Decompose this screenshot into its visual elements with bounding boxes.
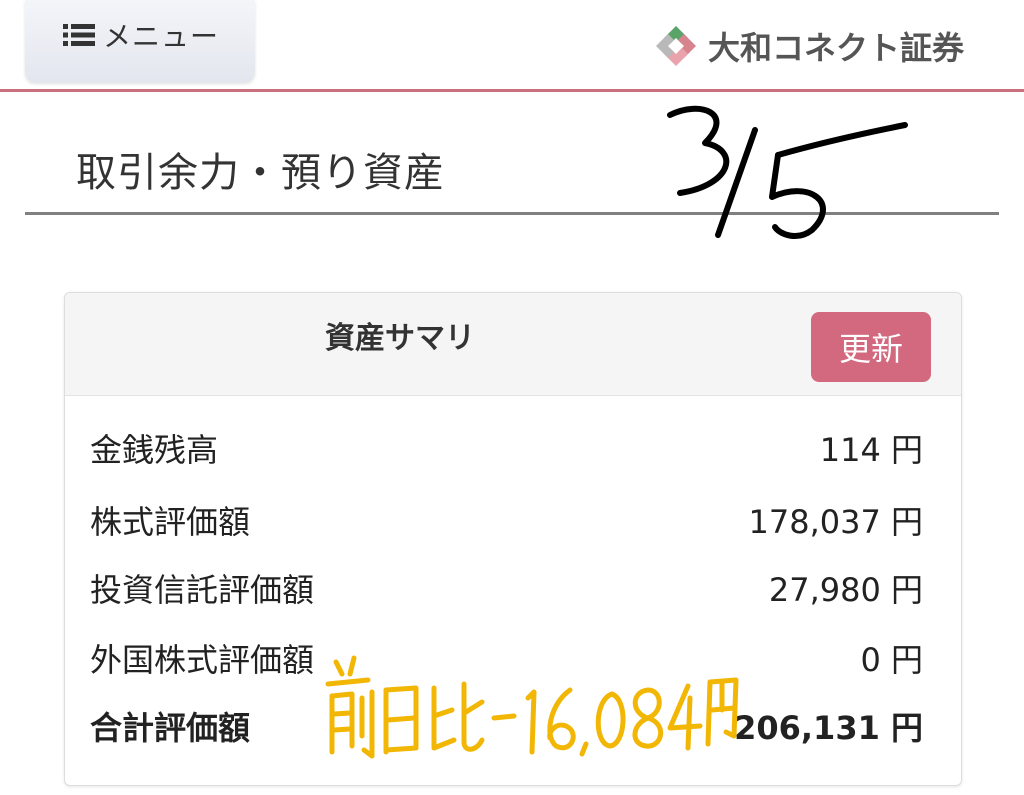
row-value: 206,131 円: [734, 709, 923, 747]
header-divider: [0, 89, 1024, 92]
card-title: 資産サマリ: [325, 321, 475, 356]
row-label: 合計評価額: [90, 709, 251, 747]
row-label: 株式評価額: [90, 503, 251, 541]
list-icon: [61, 21, 97, 49]
brand-name: 大和コネクト証券: [707, 29, 964, 67]
menu-label: メニュー: [102, 20, 219, 53]
app-header: メニュー 大和コネクト証券: [0, 0, 1024, 90]
row-value: 178,037 円: [748, 503, 923, 541]
refresh-button[interactable]: 更新: [811, 312, 931, 382]
row-value: 27,980 円: [768, 571, 923, 609]
menu-button[interactable]: メニュー: [25, 0, 255, 82]
row-fund-valuation: 投資信託評価額 27,980 円: [65, 555, 961, 615]
card-header: 資産サマリ 更新: [65, 293, 961, 396]
row-label: 外国株式評価額: [90, 641, 315, 679]
handwritten-date: [660, 95, 920, 245]
brand[interactable]: 大和コネクト証券: [652, 18, 964, 74]
row-value: 0 円: [860, 641, 923, 679]
row-cash-balance: 金銭残高 114 円: [65, 415, 961, 475]
handwritten-note: [322, 640, 742, 790]
page-title: 取引余力・預り資産: [76, 150, 445, 196]
daiwa-connect-logo: [652, 22, 700, 70]
row-label: 投資信託評価額: [90, 571, 315, 609]
row-value: 114 円: [819, 431, 923, 469]
row-label: 金銭残高: [90, 431, 219, 469]
row-stock-valuation: 株式評価額 178,037 円: [65, 487, 961, 547]
